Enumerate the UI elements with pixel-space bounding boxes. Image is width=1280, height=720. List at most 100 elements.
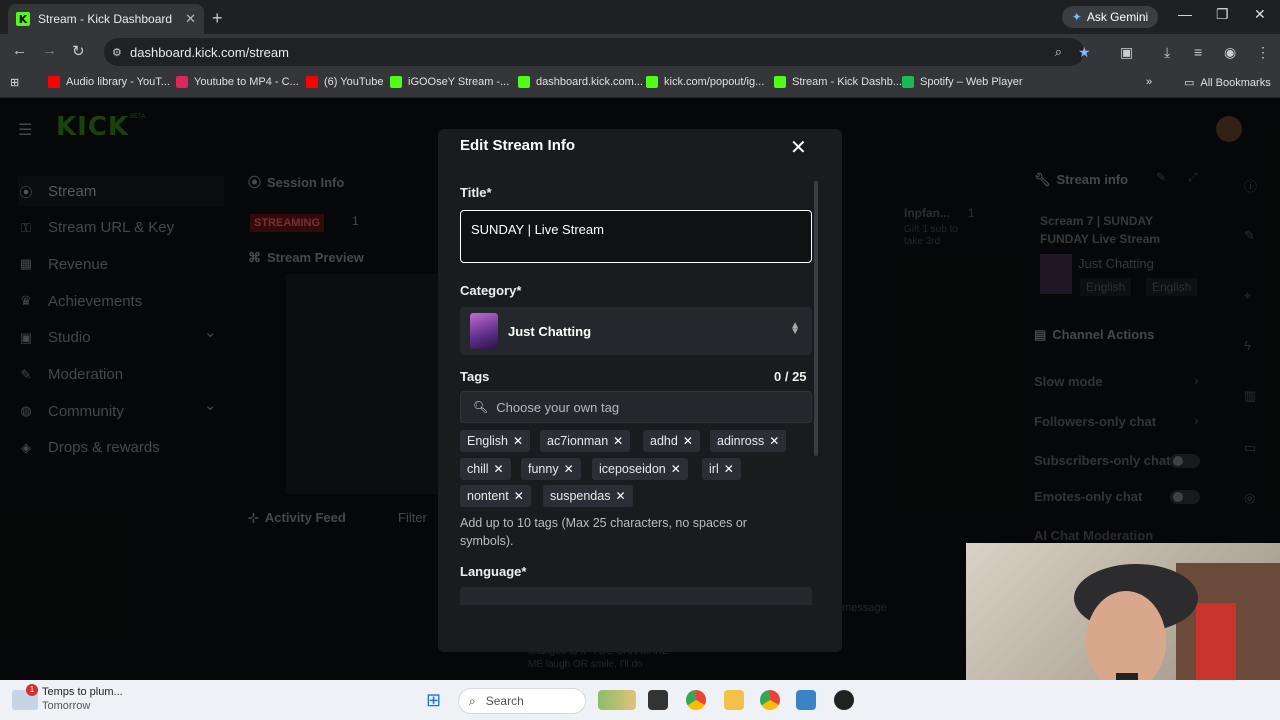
remove-tag-icon[interactable]: ✕ (513, 434, 523, 448)
sidebar-item-drops-rewards[interactable]: ◈ Drops & rewards (18, 433, 224, 463)
sidebar-item-studio[interactable]: ▣ Studio ⌄ (18, 323, 224, 353)
sidebar-item-achievements[interactable]: ♛ Achievements (18, 286, 224, 316)
weather-text[interactable]: Temps to plum... (42, 686, 123, 698)
avatar[interactable] (1216, 116, 1242, 142)
menu-icon[interactable]: ⋮ (1256, 44, 1270, 61)
browser-tab[interactable]: K Stream - Kick Dashboard ✕ (8, 4, 204, 34)
windows-start-icon[interactable]: ⊞ (426, 690, 441, 711)
chrome-active-icon[interactable] (760, 690, 780, 710)
target-icon[interactable]: ⌖ (1244, 288, 1251, 304)
apps-icon[interactable]: ⊞ (10, 76, 19, 89)
popout-icon[interactable]: ⤢ (1188, 170, 1198, 185)
tag-chip[interactable]: suspendas ✕ (543, 485, 633, 507)
back-icon[interactable]: ← (12, 42, 27, 59)
reload-icon[interactable]: ↻ (72, 42, 85, 60)
language-select[interactable] (460, 587, 812, 605)
chrome-icon[interactable] (686, 690, 706, 710)
cast-icon[interactable]: ▣ (1120, 44, 1133, 61)
download-icon[interactable]: ⤓ (1164, 44, 1170, 61)
widgets-icon[interactable] (598, 690, 636, 710)
close-icon[interactable]: ✕ (790, 135, 807, 160)
title-input[interactable]: SUNDAY | Live Stream (460, 210, 812, 263)
all-bookmarks[interactable]: ▭ All Bookmarks (1184, 76, 1271, 90)
remove-tag-icon[interactable]: ✕ (514, 489, 524, 503)
new-tab-button[interactable]: + (212, 8, 223, 29)
bookmark-item[interactable]: dashboard.kick.com... (518, 76, 643, 88)
modal-scrollbar[interactable] (814, 181, 818, 456)
app-icon[interactable] (796, 690, 816, 710)
bookmark-star-icon[interactable]: ★ (1078, 44, 1091, 61)
sidebar-item-community[interactable]: ◍ Community ⌄ (18, 396, 224, 426)
profile-icon[interactable]: ◉ (1224, 44, 1236, 61)
bookmark-item[interactable]: iGOOseY Stream -... (390, 76, 509, 88)
hamburger-menu-icon[interactable]: ☰ (18, 120, 32, 140)
forward-icon[interactable]: → (42, 42, 57, 59)
ask-gemini-button[interactable]: ✦ Ask Gemini (1062, 6, 1158, 28)
tag-chip[interactable]: irl ✕ (702, 458, 741, 480)
remove-tag-icon[interactable]: ✕ (613, 434, 623, 448)
broadcast-rail-icon[interactable]: ◎ (1244, 490, 1255, 506)
channel-action-item[interactable]: Slow mode (1034, 374, 1103, 389)
remove-tag-icon[interactable]: ✕ (564, 462, 574, 476)
more-bookmarks-icon[interactable]: » (1146, 76, 1152, 88)
ai-chat-moderation[interactable]: AI Chat Moderation (1034, 528, 1153, 543)
reading-list-icon[interactable]: ≡ (1194, 44, 1202, 60)
tag-chip[interactable]: nontent ✕ (460, 485, 531, 507)
sidebar-item-stream[interactable]: ⦿ Stream (18, 176, 224, 206)
tag-chip[interactable]: iceposeidon ✕ (592, 458, 688, 480)
remove-tag-icon[interactable]: ✕ (671, 462, 681, 476)
maximize-icon[interactable]: ❐ (1216, 6, 1229, 23)
bookmark-item[interactable]: Audio library - YouT... (48, 76, 170, 88)
subscribers-only-toggle[interactable] (1170, 454, 1200, 468)
edit-icon[interactable]: ✎ (1156, 170, 1166, 184)
tag-chip[interactable]: ac7ionman ✕ (540, 430, 631, 452)
tag-chip[interactable]: funny ✕ (521, 458, 581, 480)
channel-action-item[interactable]: Emotes-only chat (1034, 489, 1142, 504)
pen-icon[interactable]: ✎ (1244, 228, 1255, 244)
taskbar-search[interactable]: ⌕ Search (458, 688, 586, 714)
channel-action-item[interactable]: Subscribers-only chat (1034, 453, 1171, 468)
address-bar[interactable]: ⚙ dashboard.kick.com/stream ⌕ (104, 38, 1084, 66)
tag-search-input[interactable]: 🔍︎ Choose your own tag (460, 391, 812, 423)
tag-chip[interactable]: English ✕ (460, 430, 531, 452)
site-info-icon[interactable]: ⚙ (112, 46, 122, 59)
sidebar-item-moderation[interactable]: ✎ Moderation (18, 360, 224, 390)
bookmark-item[interactable]: (6) YouTube (306, 76, 384, 88)
file-explorer-icon[interactable] (724, 690, 744, 710)
filter-button[interactable]: Filter (398, 510, 427, 525)
category-select[interactable]: Just Chatting ▲ ▼ (460, 307, 812, 355)
remove-tag-icon[interactable]: ✕ (494, 462, 504, 476)
chat-icon[interactable]: ▭ (1244, 440, 1256, 456)
send-message-input[interactable]: message (842, 602, 887, 614)
chat-username[interactable]: Inpfan... (904, 206, 950, 220)
sidebar-item-stream-url-key[interactable]: ⚿ Stream URL & Key (18, 213, 224, 243)
minimize-icon[interactable]: — (1178, 6, 1192, 22)
bookmark-item[interactable]: Youtube to MP4 - C... (176, 76, 299, 88)
channel-action-item[interactable]: Followers-only chat (1034, 414, 1156, 429)
tag-chip[interactable]: adhd ✕ (643, 430, 700, 452)
chevron-down-icon[interactable]: ⌄ (204, 323, 217, 341)
document-icon[interactable]: ▥ (1244, 388, 1256, 404)
info-icon[interactable]: ⓘ (1244, 176, 1257, 195)
remove-tag-icon[interactable]: ✕ (769, 434, 779, 448)
tag-chip[interactable]: chill ✕ (460, 458, 511, 480)
lightning-icon[interactable]: ϟ (1244, 338, 1251, 353)
remove-tag-icon[interactable]: ✕ (683, 434, 693, 448)
chevron-down-icon[interactable]: ⌄ (204, 396, 217, 414)
chevron-right-icon[interactable]: › (1194, 372, 1199, 388)
tag-chip[interactable]: adinross ✕ (710, 430, 787, 452)
close-window-icon[interactable]: ✕ (1254, 6, 1266, 23)
zoom-icon[interactable]: ⌕ (1055, 44, 1062, 60)
bookmark-item[interactable]: Stream - Kick Dashb... (774, 76, 902, 88)
emotes-only-toggle[interactable] (1170, 490, 1200, 504)
remove-tag-icon[interactable]: ✕ (615, 489, 625, 503)
remove-tag-icon[interactable]: ✕ (724, 462, 734, 476)
kick-logo[interactable]: KICK (56, 112, 129, 142)
bookmark-item[interactable]: kick.com/popout/ig... (646, 76, 764, 88)
sidebar-item-revenue[interactable]: ▦ Revenue (18, 249, 224, 279)
bookmark-item[interactable]: Spotify – Web Player (902, 76, 1023, 88)
obs-icon[interactable] (834, 690, 854, 710)
close-tab-icon[interactable]: ✕ (185, 11, 196, 27)
task-view-icon[interactable] (648, 690, 668, 710)
chevron-right-icon[interactable]: › (1194, 412, 1199, 428)
